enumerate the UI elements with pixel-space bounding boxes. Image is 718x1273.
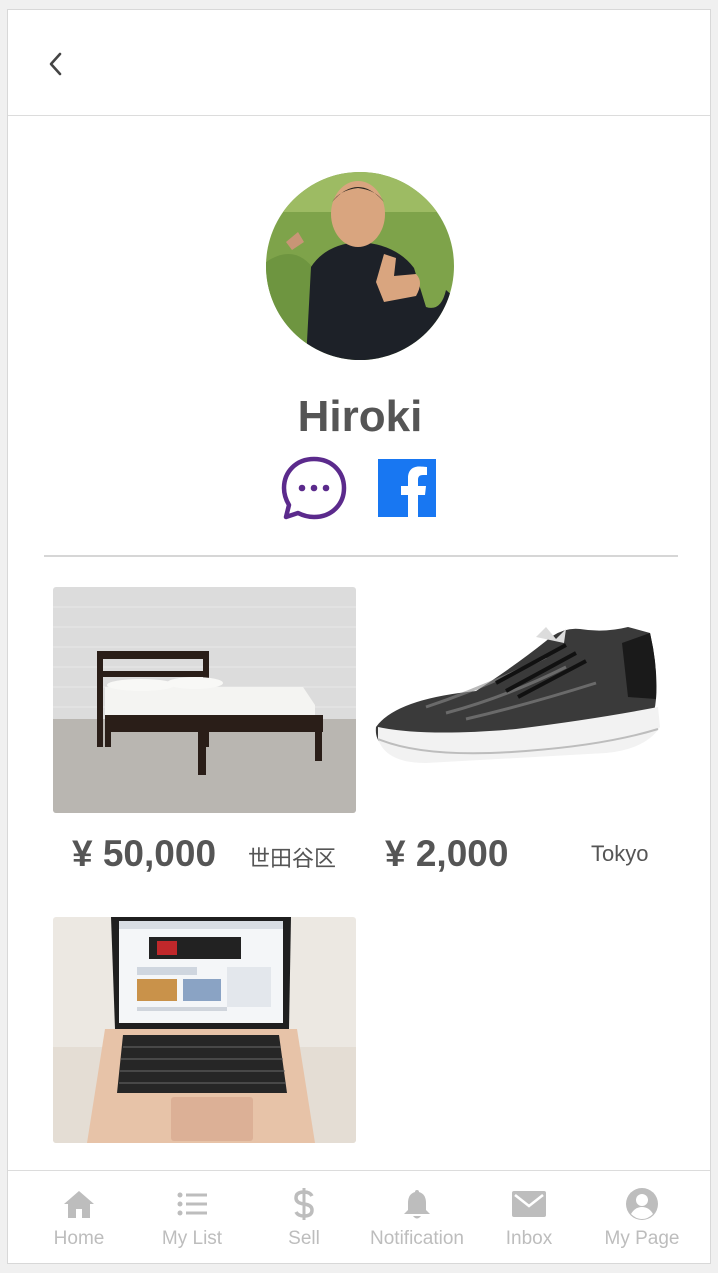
tab-inbox[interactable]: Inbox <box>473 1171 585 1263</box>
back-button[interactable] <box>38 46 74 82</box>
chevron-left-icon <box>49 52 62 76</box>
tab-label: Inbox <box>505 1228 553 1249</box>
home-icon <box>23 1187 135 1221</box>
listing-price: ¥ 2,000 <box>385 833 509 874</box>
listing-location: Tokyo <box>591 841 649 866</box>
bottom-tab-bar: Home My List Sell Notification Inbox My … <box>8 1170 710 1263</box>
dollar-icon <box>248 1187 360 1221</box>
top-bar <box>8 10 710 116</box>
facebook-button[interactable] <box>378 459 436 517</box>
facebook-icon <box>378 459 436 517</box>
tab-my-list[interactable]: My List <box>136 1171 248 1263</box>
tab-home[interactable]: Home <box>23 1171 135 1263</box>
tab-my-page[interactable]: My Page <box>586 1171 698 1263</box>
listing-image <box>53 587 356 813</box>
user-circle-icon <box>586 1187 698 1221</box>
tab-label: Notification <box>370 1228 464 1249</box>
listing-price: ¥ 50,000 <box>72 833 217 874</box>
listing-card[interactable]: ¥ 2,000 Tokyo <box>366 587 669 887</box>
listing-image <box>366 587 669 813</box>
message-button[interactable] <box>280 455 348 521</box>
tab-label: Sell <box>288 1228 320 1249</box>
app-screen: Hiroki ¥ 50,000 世田谷区 ¥ 2,000 Tokyo Home … <box>7 9 711 1264</box>
section-divider <box>44 555 678 557</box>
listing-image <box>53 917 356 1143</box>
tab-label: My Page <box>604 1228 680 1249</box>
chat-bubble-icon <box>281 456 347 520</box>
tab-notification[interactable]: Notification <box>361 1171 473 1263</box>
profile-name: Hiroki <box>297 392 423 441</box>
listing-location: 世田谷区 <box>248 846 337 871</box>
avatar <box>266 172 454 360</box>
bell-icon <box>361 1187 473 1221</box>
tab-label: My List <box>161 1228 223 1249</box>
listing-card[interactable] <box>53 917 356 1147</box>
tab-label: Home <box>53 1228 105 1249</box>
mail-icon <box>473 1187 585 1221</box>
tab-sell[interactable]: Sell <box>248 1171 360 1263</box>
list-icon <box>136 1187 248 1221</box>
listing-card[interactable]: ¥ 50,000 世田谷区 <box>53 587 356 887</box>
